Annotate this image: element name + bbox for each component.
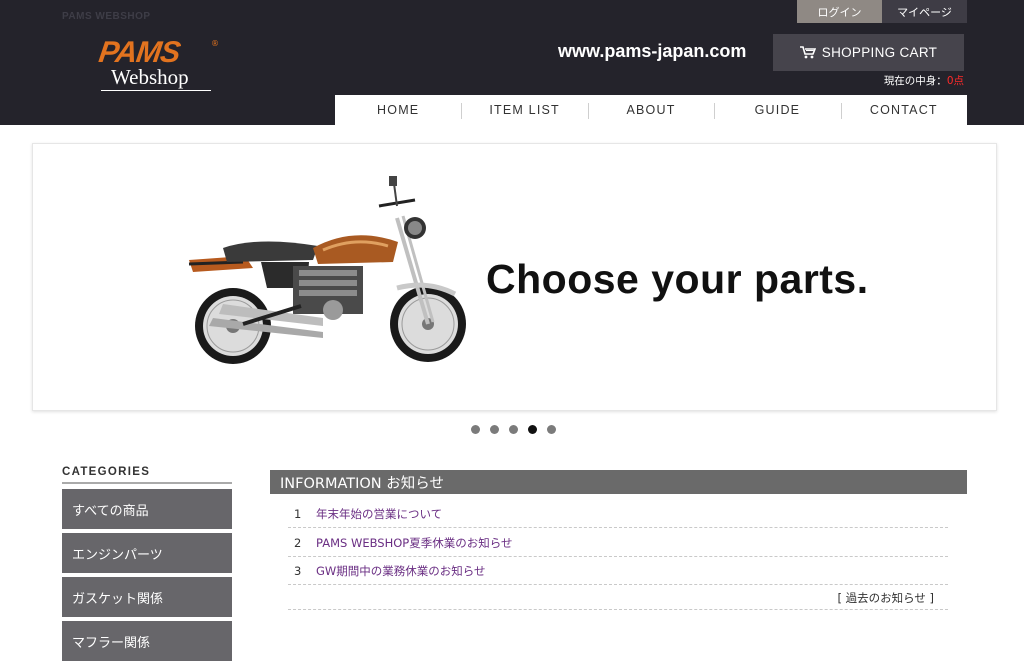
logo-sub: Webshop bbox=[111, 65, 189, 89]
site-name-small: PAMS WEBSHOP bbox=[62, 11, 151, 22]
news-number: 2 bbox=[294, 535, 302, 550]
login-link[interactable]: ログイン bbox=[797, 0, 882, 23]
mypage-link[interactable]: マイページ bbox=[882, 0, 967, 23]
nav-about[interactable]: ABOUT bbox=[587, 95, 714, 125]
nav-home[interactable]: HOME bbox=[335, 95, 461, 125]
category-all-products[interactable]: すべての商品 bbox=[62, 489, 232, 529]
news-item: 3 GW期間中の業務休業のお知らせ bbox=[288, 557, 948, 585]
motorcycle-image bbox=[188, 176, 466, 364]
news-link[interactable]: GW期間中の業務休業のお知らせ bbox=[316, 563, 486, 579]
logo-underline bbox=[101, 90, 211, 91]
categories-heading: CATEGORIES bbox=[62, 466, 151, 478]
news-link[interactable]: 年末年始の営業について bbox=[316, 506, 442, 522]
past-news-row: [ 過去のお知らせ ] bbox=[288, 586, 948, 610]
categories-divider bbox=[62, 482, 232, 484]
past-news-link[interactable]: [ 過去のお知らせ ] bbox=[837, 590, 934, 606]
pams-webshop-logo[interactable]: PAMS ® Webshop bbox=[96, 36, 223, 94]
cart-count-label: 現在の中身： bbox=[883, 75, 947, 87]
carousel-dot[interactable] bbox=[509, 425, 518, 434]
shopping-cart-button[interactable]: SHOPPING CART bbox=[773, 34, 964, 71]
news-number: 3 bbox=[294, 563, 302, 578]
registered-mark: ® bbox=[211, 39, 219, 48]
shopping-cart-label: SHOPPING CART bbox=[821, 45, 938, 60]
account-links: ログイン マイページ bbox=[797, 0, 967, 23]
nav-item-list[interactable]: ITEM LIST bbox=[461, 95, 587, 125]
carousel-dot[interactable] bbox=[471, 425, 480, 434]
carousel-dot-active[interactable] bbox=[528, 425, 537, 434]
news-item: 1 年末年始の営業について bbox=[288, 500, 948, 528]
carousel-dot[interactable] bbox=[490, 425, 499, 434]
news-item: 2 PAMS WEBSHOP夏季休業のお知らせ bbox=[288, 529, 948, 557]
logo-brand: PAMS bbox=[96, 36, 182, 69]
news-number: 1 bbox=[294, 506, 302, 521]
cart-icon bbox=[799, 46, 816, 59]
main-nav: HOME ITEM LIST ABOUT GUIDE CONTACT bbox=[335, 95, 967, 125]
site-header: PAMS WEBSHOP PAMS ® Webshop ログイン マイページ w… bbox=[0, 0, 1024, 125]
category-engine-parts[interactable]: エンジンパーツ bbox=[62, 533, 232, 573]
hero-banner[interactable]: Choose your parts. bbox=[32, 143, 997, 411]
carousel-dot[interactable] bbox=[547, 425, 556, 434]
category-gaskets[interactable]: ガスケット関係 bbox=[62, 577, 232, 617]
site-domain: www.pams-japan.com bbox=[558, 41, 747, 61]
cart-count-value: 0点 bbox=[946, 75, 964, 87]
cart-count: 現在の中身：0点 bbox=[884, 73, 964, 88]
information-heading: INFORMATION お知らせ bbox=[270, 470, 967, 494]
carousel-dots bbox=[471, 425, 566, 434]
banner-headline: Choose your parts. bbox=[486, 256, 869, 302]
news-link[interactable]: PAMS WEBSHOP夏季休業のお知らせ bbox=[316, 535, 512, 551]
nav-guide[interactable]: GUIDE bbox=[714, 95, 840, 125]
category-mufflers[interactable]: マフラー関係 bbox=[62, 621, 232, 661]
nav-contact[interactable]: CONTACT bbox=[840, 95, 967, 125]
